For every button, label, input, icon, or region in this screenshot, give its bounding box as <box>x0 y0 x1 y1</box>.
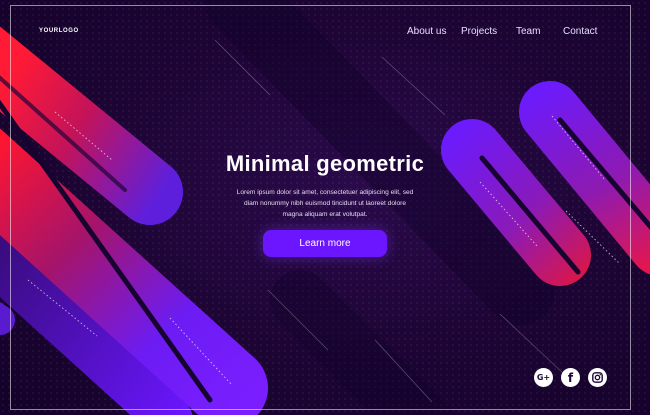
nav-projects[interactable]: Projects <box>461 26 497 40</box>
site-logo[interactable]: YOURLOGO <box>39 28 79 34</box>
landing-page: YOURLOGO About us Projects Team Contact … <box>0 0 650 415</box>
google-plus-button[interactable]: G+ <box>534 368 553 387</box>
nav-about-us[interactable]: About us <box>407 26 446 40</box>
nav-contact[interactable]: Contact <box>563 26 597 40</box>
hero-title: Minimal geometric <box>225 151 425 176</box>
facebook-button[interactable]: f <box>561 368 580 387</box>
instagram-icon <box>592 372 603 383</box>
nav-team[interactable]: Team <box>516 26 540 40</box>
instagram-button[interactable] <box>588 368 607 387</box>
facebook-icon: f <box>567 370 574 385</box>
learn-more-button[interactable]: Learn more <box>263 230 387 257</box>
hero-description: Lorem ipsum dolor sit amet, consectetuer… <box>236 189 414 218</box>
google-plus-icon: G+ <box>536 373 551 382</box>
